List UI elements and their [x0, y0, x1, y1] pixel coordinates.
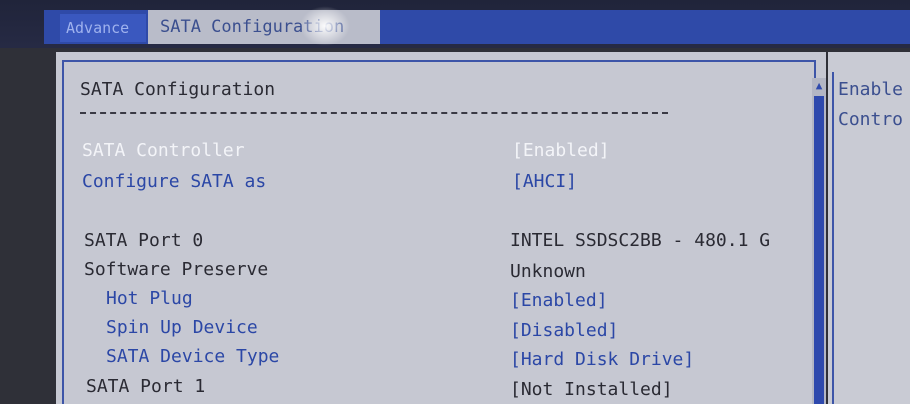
tab-previous[interactable]: Advance	[60, 14, 146, 42]
setting-value-spin-up-device[interactable]: [Disabled]	[510, 319, 618, 343]
screen-glare	[300, 6, 350, 46]
scroll-up-arrow-icon[interactable]: ▲	[814, 80, 824, 92]
help-text-line-2: Contro	[838, 109, 904, 130]
scrollbar-thumb[interactable]	[814, 96, 824, 404]
help-text-line-1: Enable	[838, 79, 904, 100]
setting-label-configure-sata-as[interactable]: Configure SATA as	[82, 170, 266, 194]
setting-label-spin-up-device[interactable]: Spin Up Device	[106, 316, 258, 340]
setting-label-software-preserve: Software Preserve	[84, 259, 269, 280]
setting-value-sata-port-1: [Not Installed]	[510, 379, 673, 400]
setting-value-sata-port-0: INTEL SSDSC2BB - 480.1 G	[510, 230, 771, 251]
setting-label-sata-port-0: SATA Port 0	[84, 230, 204, 251]
setting-label-hot-plug[interactable]: Hot Plug	[106, 287, 193, 311]
section-title: SATA Configuration	[80, 79, 276, 100]
setting-label-sata-device-type[interactable]: SATA Device Type	[106, 345, 279, 369]
setting-value-sata-controller[interactable]: [Enabled]	[512, 139, 610, 163]
setting-label-sata-controller[interactable]: SATA Controller	[82, 139, 245, 163]
setting-value-sata-device-type[interactable]: [Hard Disk Drive]	[510, 348, 694, 372]
setting-value-configure-sata-as[interactable]: [AHCI]	[512, 170, 577, 194]
setting-value-hot-plug[interactable]: [Enabled]	[510, 289, 608, 313]
setting-value-software-preserve: Unknown	[510, 261, 586, 282]
bios-setup-screen: Advance SATA Configuration SATA Configur…	[0, 0, 910, 404]
setting-label-sata-port-1: SATA Port 1	[86, 376, 206, 397]
section-divider	[80, 112, 668, 116]
